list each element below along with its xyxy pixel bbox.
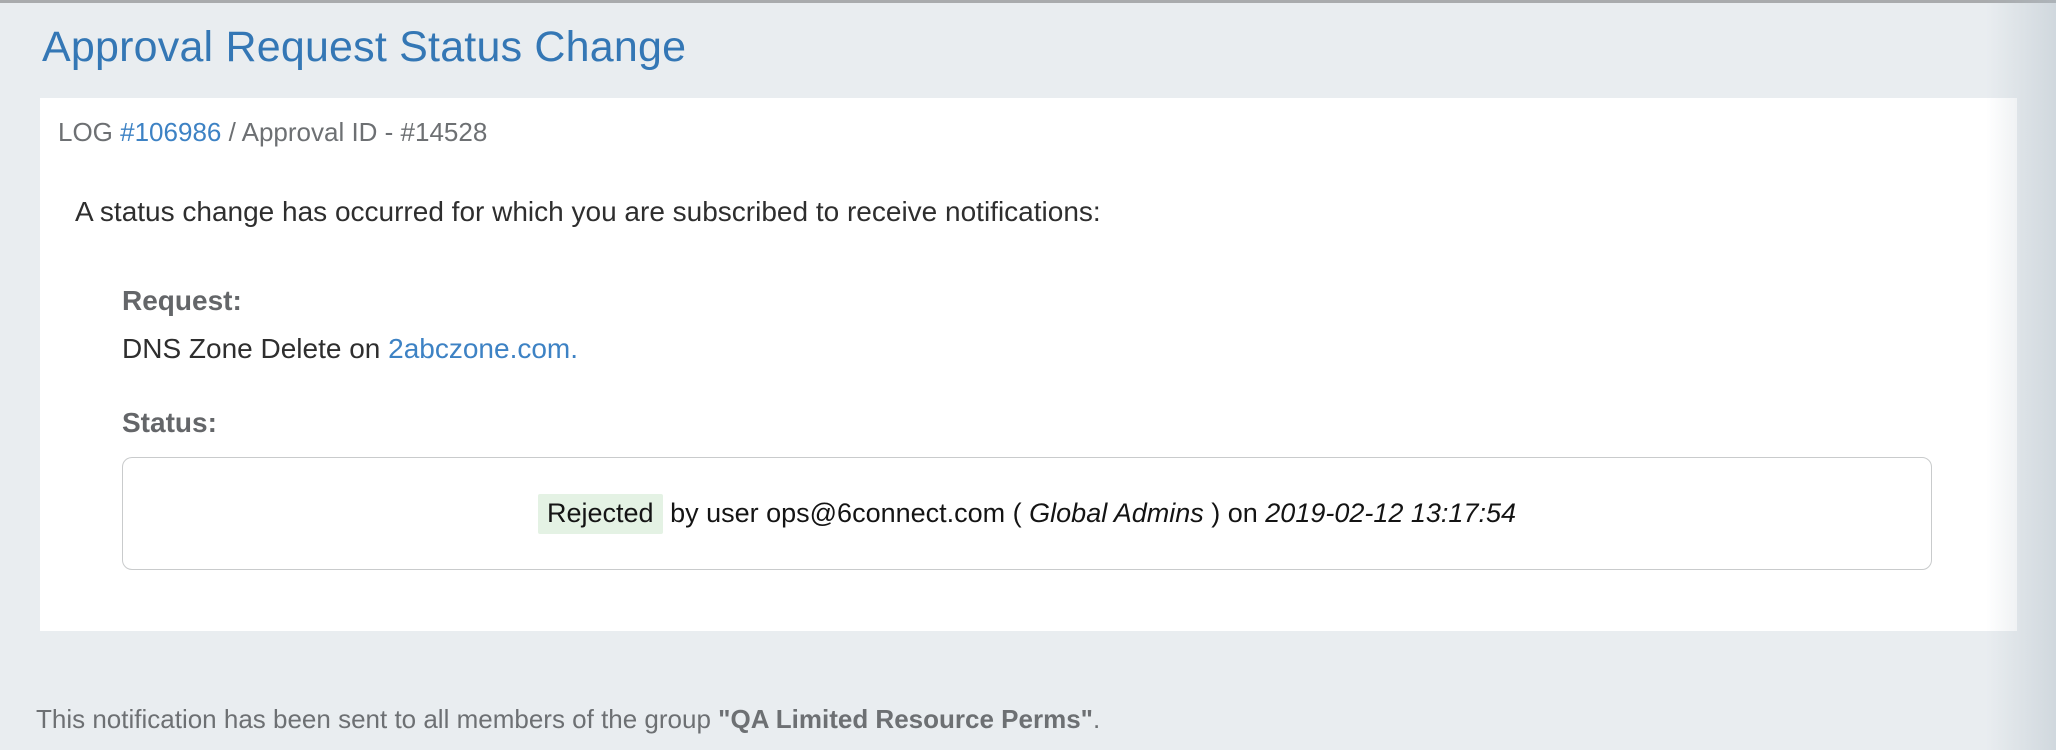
status-group-name: Global Admins <box>1029 498 1204 529</box>
footer-prefix-text: This notification has been sent to all m… <box>36 704 718 734</box>
request-label: Request: <box>122 284 2017 318</box>
status-box: Rejected by user ops@6connect.com ( Glob… <box>122 457 1932 570</box>
request-text: DNS Zone Delete on <box>122 333 388 364</box>
log-number-link[interactable]: #106986 <box>120 117 221 147</box>
status-on-text: ) on <box>1204 498 1266 529</box>
intro-text: A status change has occurred for which y… <box>75 195 2017 229</box>
breadcrumb-log-line: LOG #106986 / Approval ID - #14528 <box>58 116 2017 148</box>
approval-id-label: / Approval ID - #14528 <box>221 117 487 147</box>
log-label: LOG <box>58 117 120 147</box>
footer-notice: This notification has been sent to all m… <box>36 703 2056 735</box>
notification-card: LOG #106986 / Approval ID - #14528 A sta… <box>40 98 2017 631</box>
request-description: DNS Zone Delete on 2abczone.com. <box>122 332 2017 366</box>
top-divider-rule <box>0 0 2056 3</box>
notification-page: { "colors": { "page_bg": "#e9edf0", "car… <box>0 0 2056 750</box>
zone-link[interactable]: 2abczone.com. <box>388 333 578 364</box>
status-datetime: 2019-02-12 13:17:54 <box>1265 498 1516 529</box>
details-block: Request: DNS Zone Delete on 2abczone.com… <box>122 284 2017 570</box>
status-label: Status: <box>122 406 2017 440</box>
footer-group-name: "QA Limited Resource Perms" <box>718 704 1093 734</box>
status-by-user-text: by user ops@6connect.com ( <box>663 498 1030 529</box>
footer-suffix-text: . <box>1093 704 1100 734</box>
page-title: Approval Request Status Change <box>42 22 2056 72</box>
status-result-badge: Rejected <box>538 494 663 534</box>
